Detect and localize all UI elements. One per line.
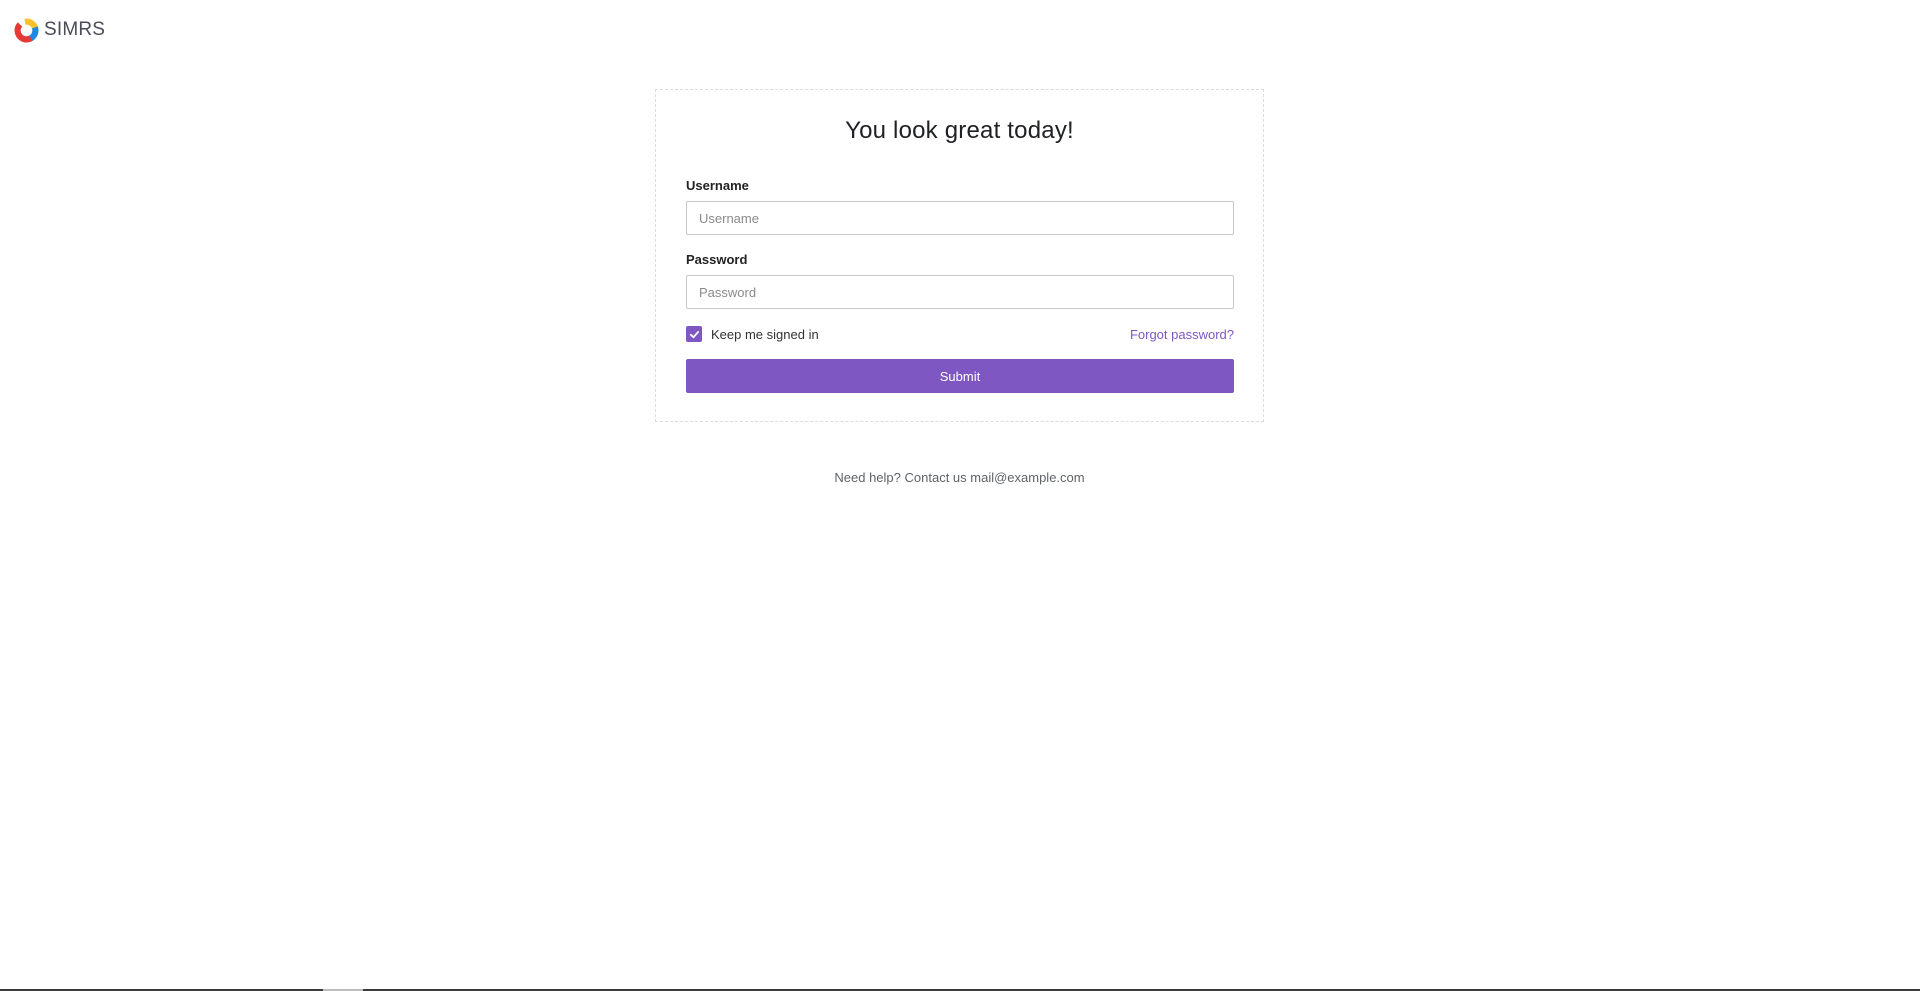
keep-signed-in-toggle[interactable]: Keep me signed in	[686, 326, 819, 342]
password-input[interactable]	[686, 275, 1234, 309]
keep-signed-in-label[interactable]: Keep me signed in	[711, 327, 819, 342]
login-card: You look great today! Username Password …	[655, 89, 1264, 422]
forgot-password-link[interactable]: Forgot password?	[1130, 327, 1234, 342]
keep-signed-in-checkbox[interactable]	[686, 326, 702, 342]
checkmark-icon	[689, 330, 699, 338]
remember-row: Keep me signed in Forgot password?	[686, 325, 1234, 343]
help-text: Need help? Contact us mail@example.com	[834, 470, 1085, 485]
brand-name[interactable]: SIMRS	[44, 19, 105, 41]
donut-logo-icon[interactable]	[14, 18, 39, 43]
app-header: SIMRS	[14, 16, 105, 44]
submit-button[interactable]: Submit	[686, 359, 1234, 393]
login-title: You look great today!	[845, 117, 1074, 144]
password-label: Password	[686, 252, 748, 267]
username-label: Username	[686, 178, 749, 193]
username-input[interactable]	[686, 201, 1234, 235]
